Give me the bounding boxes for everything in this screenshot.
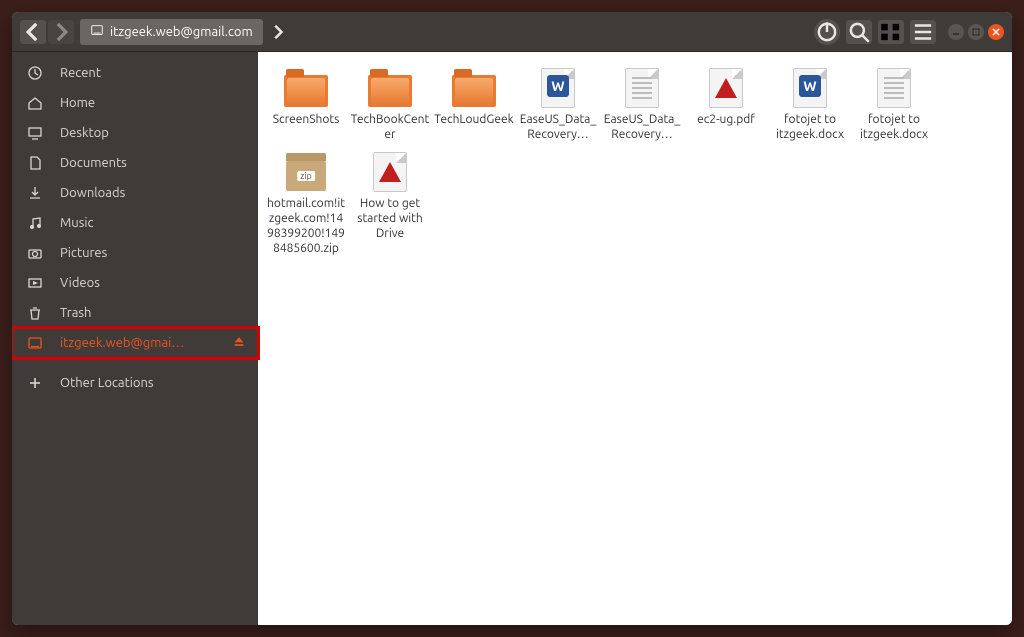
file-item[interactable]: hotmail.com!itzgeek.com!1498399200!14984… bbox=[264, 150, 348, 258]
eject-button[interactable] bbox=[232, 335, 246, 352]
sidebar-item-gdrive[interactable]: itzgeek.web@gmai… bbox=[12, 328, 258, 358]
plus-icon bbox=[26, 375, 44, 391]
sidebar-item-label: itzgeek.web@gmai… bbox=[60, 336, 184, 350]
sidebar-item-other[interactable]: Other Locations bbox=[12, 368, 258, 398]
nav-forward-button bbox=[48, 20, 74, 44]
file-label: EaseUS_Data_Recovery… bbox=[602, 112, 682, 142]
sidebar-item-pictures[interactable]: Pictures bbox=[12, 238, 258, 268]
file-manager-window: itzgeek.web@gmail.com bbox=[12, 12, 1012, 625]
window-maximize-button[interactable] bbox=[968, 24, 984, 40]
file-label: EaseUS_Data_Recovery… bbox=[518, 112, 598, 142]
file-item[interactable]: EaseUS_Data_Recovery… bbox=[600, 66, 684, 144]
folder-icon bbox=[452, 75, 496, 107]
pdf-icon bbox=[709, 68, 743, 108]
sidebar-item-label: Pictures bbox=[60, 246, 107, 260]
path-bar[interactable]: itzgeek.web@gmail.com bbox=[80, 19, 263, 45]
sidebar-item-trash[interactable]: Trash bbox=[12, 298, 258, 328]
window-minimize-button[interactable] bbox=[948, 24, 964, 40]
hamburger-menu-button[interactable] bbox=[910, 20, 936, 44]
trash-icon bbox=[26, 305, 44, 321]
file-item[interactable]: ScreenShots bbox=[264, 66, 348, 144]
file-label: ScreenShots bbox=[273, 112, 340, 127]
sidebar-item-label: Other Locations bbox=[60, 376, 154, 390]
file-label: fotojet to itzgeek.docx bbox=[770, 112, 850, 142]
sidebar-item-label: Recent bbox=[60, 66, 101, 80]
sidebar-item-label: Music bbox=[60, 216, 94, 230]
doc-icon bbox=[26, 155, 44, 171]
folder-icon bbox=[284, 75, 328, 107]
word-doc-icon: W bbox=[541, 68, 575, 108]
video-icon bbox=[26, 275, 44, 291]
zip-icon bbox=[286, 161, 326, 191]
sidebar-item-label: Documents bbox=[60, 156, 127, 170]
folder-icon bbox=[368, 75, 412, 107]
text-doc-icon bbox=[625, 68, 659, 108]
sidebar-item-recent[interactable]: Recent bbox=[12, 58, 258, 88]
power-button[interactable] bbox=[814, 19, 840, 45]
home-icon bbox=[26, 95, 44, 111]
file-item[interactable]: TechBookCenter bbox=[348, 66, 432, 144]
file-item[interactable]: How to get started with Drive bbox=[348, 150, 432, 258]
sidebar-item-label: Desktop bbox=[60, 126, 109, 140]
sidebar-item-home[interactable]: Home bbox=[12, 88, 258, 118]
window-close-button[interactable] bbox=[988, 24, 1004, 40]
file-grid[interactable]: ScreenShots TechBookCenter TechLoudGeek W Ea… bbox=[258, 52, 1012, 625]
pdf-icon bbox=[373, 152, 407, 192]
file-item[interactable]: ec2-ug.pdf bbox=[684, 66, 768, 144]
search-button[interactable] bbox=[846, 20, 872, 44]
text-doc-icon bbox=[877, 68, 911, 108]
clock-icon bbox=[26, 65, 44, 81]
sidebar-item-label: Videos bbox=[60, 276, 100, 290]
file-label: ec2-ug.pdf bbox=[697, 112, 755, 127]
sidebar-item-downloads[interactable]: Downloads bbox=[12, 178, 258, 208]
file-label: hotmail.com!itzgeek.com!1498399200!14984… bbox=[266, 196, 346, 256]
file-label: fotojet to itzgeek.docx bbox=[854, 112, 934, 142]
view-toggle-button[interactable] bbox=[878, 20, 904, 44]
path-expand-button[interactable] bbox=[269, 20, 289, 44]
sidebar-item-desktop[interactable]: Desktop bbox=[12, 118, 258, 148]
sidebar-item-music[interactable]: Music bbox=[12, 208, 258, 238]
desktop-icon bbox=[26, 125, 44, 141]
sidebar: Recent Home Desktop Documents Downloads Music… bbox=[12, 52, 258, 625]
drive-icon bbox=[90, 23, 104, 40]
sidebar-item-videos[interactable]: Videos bbox=[12, 268, 258, 298]
sidebar-item-documents[interactable]: Documents bbox=[12, 148, 258, 178]
nav-back-button[interactable] bbox=[20, 20, 46, 44]
file-label: TechLoudGeek bbox=[434, 112, 513, 127]
sidebar-item-label: Trash bbox=[60, 306, 91, 320]
file-label: How to get started with Drive bbox=[350, 196, 430, 241]
file-item[interactable]: fotojet to itzgeek.docx bbox=[852, 66, 936, 144]
download-icon bbox=[26, 185, 44, 201]
sidebar-item-label: Downloads bbox=[60, 186, 125, 200]
file-label: TechBookCenter bbox=[350, 112, 430, 142]
word-doc-icon: W bbox=[793, 68, 827, 108]
file-item[interactable]: Wfotojet to itzgeek.docx bbox=[768, 66, 852, 144]
camera-icon bbox=[26, 245, 44, 261]
file-item[interactable]: TechLoudGeek bbox=[432, 66, 516, 144]
file-item[interactable]: W EaseUS_Data_Recovery… bbox=[516, 66, 600, 144]
sidebar-item-label: Home bbox=[60, 96, 95, 110]
music-icon bbox=[26, 215, 44, 231]
header-bar: itzgeek.web@gmail.com bbox=[12, 12, 1012, 52]
path-label: itzgeek.web@gmail.com bbox=[110, 25, 253, 39]
drive-icon bbox=[26, 335, 44, 351]
